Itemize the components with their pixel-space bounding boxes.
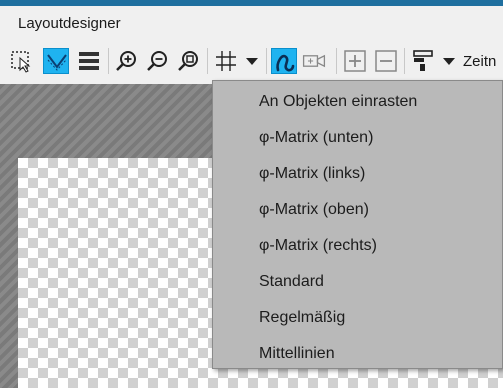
grid-dropdown-chevron-down-icon[interactable]	[239, 48, 263, 74]
minus-icon[interactable]	[373, 48, 399, 74]
layout-icon[interactable]	[410, 48, 436, 74]
toolbar-separator	[336, 48, 337, 74]
plus-icon[interactable]	[342, 48, 368, 74]
menu-item-center-lines[interactable]: Mittellinien	[259, 339, 335, 369]
stacked-lines-icon[interactable]	[76, 48, 102, 74]
toolbar-separator	[404, 48, 405, 74]
window-title-bar: Layoutdesigner	[0, 6, 503, 38]
snap-lines-icon[interactable]	[43, 48, 69, 74]
menu-item-phi-matrix-bottom[interactable]: φ-Matrix (unten)	[259, 123, 373, 153]
menu-item-phi-matrix-left[interactable]: φ-Matrix (links)	[259, 159, 365, 189]
toolbar: Zeitn	[0, 38, 503, 84]
menu-item-phi-matrix-top[interactable]: φ-Matrix (oben)	[259, 195, 369, 225]
menu-item-standard[interactable]: Standard	[259, 267, 324, 297]
curve-path-icon[interactable]	[271, 48, 297, 74]
grid-dropdown-menu: An Objekten einrasten φ-Matrix (unten) φ…	[212, 80, 503, 369]
selection-box-icon[interactable]	[8, 48, 34, 74]
toolbar-separator	[108, 48, 109, 74]
camera-icon[interactable]	[301, 48, 331, 74]
toolbar-overflow-label[interactable]: Zeitn	[463, 53, 496, 70]
toolbar-separator	[266, 48, 267, 74]
toolbar-separator	[207, 48, 208, 74]
zoom-out-icon[interactable]	[145, 48, 171, 74]
layout-dropdown-chevron-down-icon[interactable]	[436, 48, 458, 74]
menu-item-phi-matrix-right[interactable]: φ-Matrix (rechts)	[259, 231, 377, 261]
window-title: Layoutdesigner	[18, 15, 121, 32]
zoom-in-icon[interactable]	[114, 48, 140, 74]
menu-item-snap-to-objects[interactable]: An Objekten einrasten	[259, 87, 417, 117]
zoom-fit-icon[interactable]	[176, 48, 202, 74]
grid-icon[interactable]	[213, 48, 239, 74]
menu-item-regular[interactable]: Regelmäßig	[259, 303, 345, 333]
